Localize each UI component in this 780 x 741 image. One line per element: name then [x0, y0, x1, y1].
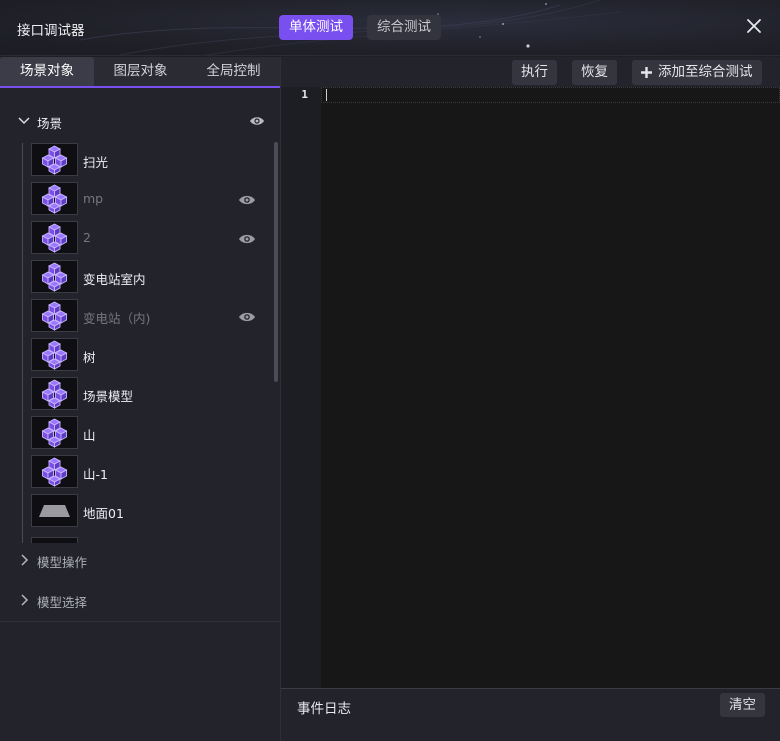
object-thumbnail: [31, 260, 78, 293]
object-thumbnail: [31, 143, 78, 176]
object-thumbnail: [31, 416, 78, 449]
tab-global-control[interactable]: 全局控制: [187, 57, 280, 86]
left-panel: 场景对象 图层对象 全局控制 场景 扫光 mp 2 变电站室内 变电站（内) 树…: [0, 57, 280, 741]
add-to-integrated-test-label: 添加至综合测试: [658, 64, 753, 80]
eye-icon[interactable]: [238, 311, 256, 323]
cube-cluster-icon: [41, 340, 68, 370]
eye-icon[interactable]: [238, 233, 256, 245]
list-item[interactable]: 地面01: [0, 494, 270, 530]
window-title: 接口调试器: [17, 23, 85, 39]
tab-integrated-test[interactable]: 综合测试: [367, 15, 441, 40]
eye-icon[interactable]: [249, 115, 265, 127]
object-thumbnail: [31, 377, 78, 410]
chevron-down-icon: [18, 117, 30, 125]
scene-section-label: 场景: [37, 116, 63, 131]
panel-divider: [0, 621, 280, 622]
code-editor[interactable]: 1: [281, 87, 780, 688]
object-name: 变电站室内: [83, 272, 146, 287]
object-thumbnail: [31, 221, 78, 254]
plus-icon: [641, 67, 652, 78]
restore-button[interactable]: 恢复: [572, 60, 617, 85]
object-thumbnail: [31, 494, 78, 527]
object-tabs: 场景对象 图层对象 全局控制: [0, 57, 280, 88]
cube-cluster-icon: [41, 301, 68, 331]
object-thumbnail: [31, 338, 78, 371]
tab-single-test[interactable]: 单体测试: [279, 15, 353, 40]
list-item[interactable]: mp: [0, 182, 270, 218]
text-cursor: [326, 89, 327, 101]
list-scrollbar[interactable]: [274, 142, 278, 382]
model-selection-label: 模型选择: [37, 595, 88, 610]
clear-button[interactable]: 清空: [720, 693, 765, 717]
run-button[interactable]: 执行: [512, 60, 557, 85]
cube-cluster-icon: [41, 379, 68, 409]
cube-cluster-icon: [41, 184, 68, 214]
object-name: 扫光: [83, 155, 109, 170]
model-operation-section[interactable]: 模型操作: [0, 548, 280, 574]
list-item[interactable]: 变电站室内: [0, 260, 270, 296]
cube-cluster-icon: [41, 262, 68, 292]
cube-cluster-icon: [41, 418, 68, 448]
add-to-integrated-test-button[interactable]: 添加至综合测试: [632, 60, 762, 85]
chevron-right-icon: [21, 594, 29, 606]
object-thumbnail: [31, 299, 78, 332]
event-log-title: 事件日志: [297, 701, 351, 717]
object-name: 2: [83, 230, 91, 245]
scene-object-list: 扫光 mp 2 变电站室内 变电站（内) 树 场景模型 山 山-1 地面01: [0, 143, 270, 539]
tab-underline: [0, 86, 280, 88]
event-log-bar: 事件日志 清空: [281, 688, 780, 741]
scene-section-header[interactable]: 场景: [0, 109, 280, 135]
cube-cluster-icon: [41, 457, 68, 487]
model-selection-section[interactable]: 模型选择: [0, 588, 280, 614]
partial-thumbnail: [31, 537, 78, 543]
current-line-highlight: [321, 87, 780, 103]
cube-cluster-icon: [41, 223, 68, 253]
chevron-right-icon: [21, 554, 29, 566]
list-item[interactable]: 山: [0, 416, 270, 452]
title-bar: 接口调试器 单体测试 综合测试: [0, 0, 780, 56]
object-thumbnail: [31, 182, 78, 215]
line-number: 1: [301, 88, 308, 101]
editor-toolbar: 执行 恢复 添加至综合测试: [281, 57, 780, 87]
list-item[interactable]: 山-1: [0, 455, 270, 491]
close-icon[interactable]: [742, 14, 766, 38]
object-name: 变电站（内): [83, 311, 151, 326]
list-item[interactable]: 扫光: [0, 143, 270, 179]
list-item[interactable]: 场景模型: [0, 377, 270, 413]
tab-layer-objects[interactable]: 图层对象: [94, 57, 187, 86]
cube-cluster-icon: [41, 145, 68, 175]
list-item[interactable]: 2: [0, 221, 270, 257]
list-item[interactable]: 树: [0, 338, 270, 374]
object-name: 山-1: [83, 467, 108, 482]
eye-icon[interactable]: [238, 194, 256, 206]
object-name: 树: [83, 350, 96, 365]
object-name: 场景模型: [83, 389, 134, 404]
tab-scene-objects[interactable]: 场景对象: [0, 57, 94, 86]
model-operation-label: 模型操作: [37, 555, 88, 570]
object-name: 山: [83, 428, 96, 443]
ground-plane-icon: [39, 505, 70, 517]
list-item[interactable]: 变电站（内): [0, 299, 270, 335]
object-name: 地面01: [83, 506, 124, 521]
object-name: mp: [83, 191, 104, 206]
line-number-gutter: 1: [281, 87, 321, 688]
object-thumbnail: [31, 455, 78, 488]
